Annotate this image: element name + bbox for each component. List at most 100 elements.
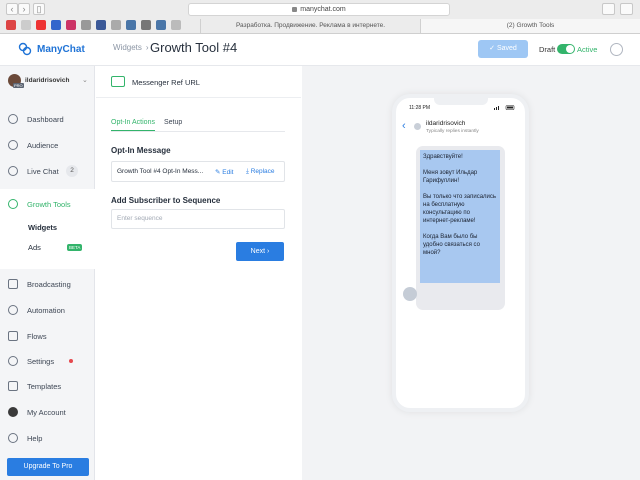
next-button[interactable]: Next › [236,242,284,261]
sidebar-item-label: Help [27,433,43,443]
pro-badge: PRO [13,83,24,88]
replace-button[interactable]: ⤓ Replace [246,168,275,176]
sidebar: PRO ildaridrisovich ⌄ Dashboard Audience… [0,66,95,480]
url-bar[interactable]: manychat.com [188,3,450,16]
help-icon [8,433,18,443]
manychat-logo-icon [18,42,32,56]
bookmark-icon[interactable] [141,20,151,30]
sidebar-item-label: Automation [27,305,65,315]
saved-button[interactable]: ✓ Saved [478,40,528,58]
sidebar-subitem-ads[interactable]: Ads [28,243,41,252]
folder-icon [8,331,18,341]
sidebar-item-live-chat[interactable]: Live Chat [0,160,95,182]
upgrade-button[interactable]: Upgrade To Pro [7,458,89,476]
tab-setup[interactable]: Setup [164,119,182,126]
broadcast-icon [8,279,18,289]
sidebar-item-dashboard[interactable]: Dashboard [0,108,95,130]
message-bubble: Здравствуйте! Меня зовут Ильдар Гарифулл… [420,150,500,283]
avatar [8,407,18,417]
sidebar-item-templates[interactable]: Templates [0,375,95,397]
sequence-input[interactable]: Enter sequence [111,209,285,229]
chat-icon [8,166,18,176]
phone-preview: 11:28 PM ‹ ildaridrisovich Typically rep… [392,94,529,412]
back-icon[interactable]: ‹ [402,120,406,132]
sidebar-item-label: Settings [27,356,55,366]
widget-type-title: Messenger Ref URL [132,78,200,87]
bookmark-icon[interactable] [6,20,16,30]
bookmark-icon[interactable] [81,20,91,30]
notification-dot [69,359,73,363]
optin-message-box: Growth Tool #4 Opt-In Mess... ✎ Edit ⤓ R… [111,161,285,182]
gear-icon[interactable] [610,43,623,56]
sidebar-item-automation[interactable]: Automation [0,299,95,321]
edit-label: Edit [222,169,234,176]
browser-tab-active[interactable]: (2) Growth Tools [420,19,640,33]
sidebar-item-flows[interactable]: Flows [0,325,95,347]
sidebar-item-label: Broadcasting [27,279,71,289]
forward-icon[interactable]: › [18,3,30,15]
tab-opt-in-actions[interactable]: Opt-In Actions [111,119,155,131]
audience-icon [8,140,18,150]
bookmark-icon[interactable] [66,20,76,30]
bookmark-icon[interactable] [171,20,181,30]
sidebar-item-audience[interactable]: Audience [0,134,95,156]
message-line: Здравствуйте! [423,154,463,160]
sequence-label: Add Subscriber to Sequence [111,196,221,205]
preview-panel: 11:28 PM ‹ ildaridrisovich Typically rep… [302,66,640,480]
account-name: ildaridrisovich [25,77,70,84]
sidebar-item-my-account[interactable]: My Account [0,401,95,423]
sidebar-item-growth-tools[interactable]: Growth Tools [0,193,95,215]
templates-icon [8,381,18,391]
sidebar-item-help[interactable]: Help [0,427,95,449]
live-chat-count-badge: 2 [66,165,78,177]
bookmark-icon[interactable] [51,20,61,30]
tabs-overview-icon[interactable] [620,3,633,15]
logo[interactable]: ManyChat [18,42,85,56]
lock-icon [292,6,298,12]
tab-divider [111,131,285,132]
pencil-icon: ✎ [215,169,221,176]
bookmark-icon[interactable] [156,20,166,30]
share-icon[interactable] [602,3,615,15]
active-toggle[interactable] [557,44,575,54]
link-icon [111,76,125,87]
url-text: manychat.com [300,6,346,13]
dashboard-icon [8,114,18,124]
sidebar-item-label: Dashboard [27,114,64,124]
toggle-knob [566,45,574,53]
editor-panel: Messenger Ref URL Opt-In Actions Setup O… [96,66,301,480]
gear-icon [8,356,18,366]
sidebar-item-broadcasting[interactable]: Broadcasting [0,273,95,295]
sidebar-subitem-widgets[interactable]: Widgets [28,223,57,232]
browser-tabs: Разработка. Продвижение. Реклама в интер… [200,19,640,33]
bookmark-icon[interactable] [96,20,106,30]
beta-badge: BETA [67,244,83,251]
sidebar-toggle-icon[interactable]: ▯ [33,3,45,15]
breadcrumb: Widgets › [113,43,153,52]
sidebar-item-label: My Account [27,407,66,417]
sidebar-item-label: Live Chat [27,166,59,176]
edit-button[interactable]: ✎ Edit [215,168,233,176]
chevron-down-icon[interactable]: ⌄ [82,76,88,84]
message-line: Меня зовут Ильдар Гарифуллин! [423,170,478,184]
bookmark-icon[interactable] [111,20,121,30]
sidebar-item-label: Templates [27,381,62,391]
account-switcher[interactable]: PRO ildaridrisovich [8,74,70,88]
bookmark-icon[interactable] [36,20,46,30]
back-icon[interactable]: ‹ [6,3,18,15]
bookmarks-bar [6,20,181,32]
message-line: Вы только что записались на бесплатную к… [423,194,497,224]
browser-chrome: ‹ › ▯ manychat.com Разработка. Продвижен… [0,0,640,34]
bookmark-icon[interactable] [126,20,136,30]
sidebar-item-settings[interactable]: Settings [0,350,95,372]
browser-tab[interactable]: Разработка. Продвижение. Реклама в интер… [200,19,420,33]
active-label: Active [577,45,598,54]
message-line: Когда Вам было бы удобно связаться со мн… [423,234,480,256]
chat-name: ildaridrisovich [426,120,466,127]
breadcrumb-widgets[interactable]: Widgets [113,43,142,52]
download-icon: ⤓ [246,168,249,175]
widget-type-card: Messenger Ref URL [96,66,301,98]
bookmark-icon[interactable] [21,20,31,30]
automation-icon [8,305,18,315]
message-name[interactable]: Growth Tool #4 Opt-In Mess... [117,168,203,175]
